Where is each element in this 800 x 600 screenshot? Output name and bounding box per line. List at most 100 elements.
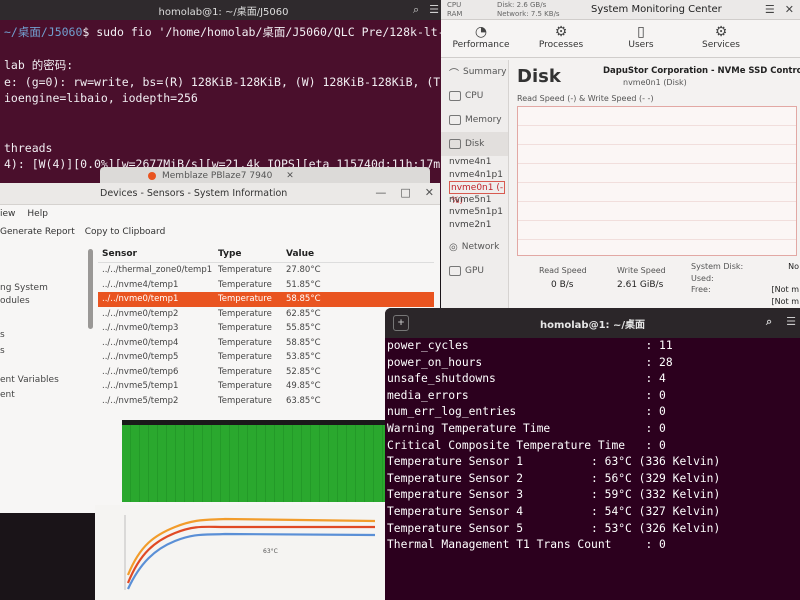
terminal-front-window[interactable]: + homolab@1: ~/桌面 ⌕ ☰ power_cycles : 11 po…	[385, 308, 800, 600]
used-value: [Not m	[771, 296, 799, 306]
free-value: [Not m	[771, 285, 799, 294]
minimize-icon[interactable]: —	[375, 186, 386, 199]
smart-key: power_cycles	[387, 339, 469, 352]
system-monitoring-center-window[interactable]: CPU RAM Disk: 2.6 GB/s Network: 7.5 KB/s S…	[441, 0, 800, 320]
disk-item[interactable]: nvme2n1	[449, 219, 508, 232]
tab-services[interactable]: ⚙ Services	[681, 20, 761, 57]
smart-log-output: power_cycles : 11 power_on_hours : 28 unsa…	[385, 338, 800, 554]
table-row[interactable]: ../../nvme0/temp2 Temperature 62.85°C	[98, 307, 434, 322]
table-row[interactable]: ../../nvme5/temp1 Temperature 49.85°C	[98, 379, 434, 394]
summary-icon: ⌒	[449, 68, 459, 80]
nav-item[interactable]: ent Variables	[0, 375, 59, 385]
sensor-value: 63.85°C	[286, 395, 321, 406]
table-row[interactable]: ../../nvme0/temp3 Temperature 55.85°C	[98, 321, 434, 336]
smc-title: System Monitoring Center	[591, 4, 722, 15]
sidebar-label: GPU	[465, 266, 484, 276]
close-icon[interactable]: ✕	[785, 3, 794, 16]
table-row[interactable]: ../../nvme4/temp1 Temperature 51.85°C	[98, 278, 434, 293]
smart-key: unsafe_shutdowns	[387, 372, 496, 386]
generate-report-button[interactable]: Generate Report	[0, 227, 75, 237]
table-row[interactable]: ../../nvme0/temp6 Temperature 52.85°C	[98, 365, 434, 380]
sensor-value: 58.85°C	[286, 337, 321, 348]
column-value[interactable]: Value	[278, 249, 338, 262]
mini-ram-label: RAM	[447, 10, 463, 18]
table-row[interactable]: ../../nvme0/temp5 Temperature 53.85°C	[98, 350, 434, 365]
sidebar-item-memory[interactable]: Memory	[441, 108, 508, 132]
table-row[interactable]: ../../nvme0/temp4 Temperature 58.85°C	[98, 336, 434, 351]
used-label: Used:	[691, 273, 714, 283]
sensor-type: Temperature	[218, 323, 272, 334]
memory-icon	[449, 115, 461, 125]
menu-item-view[interactable]: iew	[0, 209, 15, 219]
sensor-value: 52.85°C	[286, 366, 321, 377]
terminal-back-titlebar[interactable]: homolab@1: ~/桌面/J5060 ⌕ ☰	[0, 0, 447, 20]
menu-icon[interactable]: ☰	[429, 3, 439, 17]
new-tab-icon[interactable]: +	[393, 315, 409, 331]
tab-label: Services	[702, 40, 740, 50]
disk-item-selected[interactable]: nvme0n1 (-%)	[449, 181, 505, 206]
gauge-icon: ◔	[474, 24, 488, 40]
table-row[interactable]: ../../nvme5/temp2 Temperature 63.85°C	[98, 394, 434, 409]
disk-item[interactable]: nvme4n1	[449, 156, 508, 169]
smart-key: num_err_log_entries	[387, 405, 517, 419]
temperature-chart: 63°C	[95, 505, 387, 600]
column-type[interactable]: Type	[216, 249, 278, 262]
sidebar-item-cpu[interactable]: CPU	[441, 84, 508, 108]
sidebar-item-gpu[interactable]: GPU	[441, 259, 508, 283]
sensor-name: ../../nvme4/temp1	[102, 279, 179, 290]
table-row[interactable]: ../../thermal_zone0/temp1 Temperature 27.8…	[98, 263, 434, 278]
sidebar-item-network[interactable]: ◎ Network	[441, 235, 508, 259]
tab-processes[interactable]: ⚙ Processes	[521, 20, 601, 57]
maximize-icon[interactable]: □	[400, 186, 410, 199]
network-icon: ◎	[449, 241, 458, 253]
close-icon[interactable]: ✕	[286, 171, 294, 181]
disk-icon	[449, 139, 461, 149]
nav-item[interactable]: ent	[0, 390, 15, 400]
sidebar-item-disk[interactable]: Disk	[441, 132, 508, 156]
tab-performance[interactable]: ◔ Performance	[441, 20, 521, 57]
write-speed-value: 2.61 GiB/s	[617, 280, 664, 290]
smart-value: : 0	[611, 538, 666, 552]
tab-users[interactable]: ▯ Users	[601, 20, 681, 57]
write-speed-label: Write Speed	[617, 266, 666, 275]
terminal-front-titlebar[interactable]: + homolab@1: ~/桌面 ⌕ ☰	[385, 308, 800, 338]
copy-to-clipboard-button[interactable]: Copy to Clipboard	[85, 227, 166, 237]
sensor-type: Temperature	[218, 395, 272, 406]
menu-icon[interactable]: ☰	[765, 3, 775, 16]
read-speed-label: Read Speed	[539, 266, 587, 275]
nav-item[interactable]: s	[0, 330, 5, 340]
smart-key: Critical Composite Temperature Time	[387, 438, 626, 452]
disk-item[interactable]: nvme5n1p1	[449, 206, 508, 219]
disk-item[interactable]: nvme4n1p1	[449, 169, 508, 182]
sensors-titlebar[interactable]: Devices - Sensors - System Information —…	[0, 183, 440, 205]
sensor-value: 62.85°C	[286, 308, 321, 319]
menu-icon[interactable]: ☰	[786, 315, 796, 329]
nav-item[interactable]: odules	[0, 296, 30, 306]
disk-item[interactable]: nvme5n1	[449, 194, 508, 207]
nav-item[interactable]: ng System	[0, 283, 48, 293]
search-icon[interactable]: ⌕	[766, 315, 772, 329]
device-name: DapuStor Corporation - NVMe SSD Controll…	[603, 66, 800, 76]
search-icon[interactable]: ⌕	[413, 3, 419, 17]
sidebar-item-summary[interactable]: ⌒ Summary	[441, 60, 508, 84]
sensor-value: 49.85°C	[286, 381, 321, 392]
temperature-chart-svg: 63°C	[124, 515, 376, 590]
close-icon[interactable]: ✕	[425, 186, 434, 199]
sensors-title: Devices - Sensors - System Information	[100, 188, 288, 199]
smc-titlebar[interactable]: CPU RAM Disk: 2.6 GB/s Network: 7.5 KB/s S…	[441, 0, 800, 20]
smart-value: : 0	[468, 388, 666, 402]
smart-key: Temperature Sensor 4	[387, 504, 524, 518]
smart-value: : 28	[482, 355, 673, 369]
sensor-value: 27.80°C	[286, 265, 321, 276]
menu-bar: iew Help	[0, 205, 440, 223]
scrollbar[interactable]	[88, 249, 93, 329]
nav-item[interactable]: s	[0, 346, 5, 356]
terminal-back-output: ~/桌面/J5060$ sudo fio '/home/homolab/桌面/J…	[0, 20, 447, 177]
system-disk-label: System Disk:	[691, 262, 744, 271]
menu-item-help[interactable]: Help	[27, 209, 48, 219]
column-sensor[interactable]: Sensor	[98, 249, 216, 262]
table-row[interactable]: ../../nvme0/temp1 Temperature 58.85°C	[98, 292, 434, 307]
sensor-name: ../../nvme0/temp6	[102, 366, 179, 377]
smart-log-line: media_errors : 0	[385, 388, 800, 405]
smart-value: : 0	[625, 438, 666, 452]
